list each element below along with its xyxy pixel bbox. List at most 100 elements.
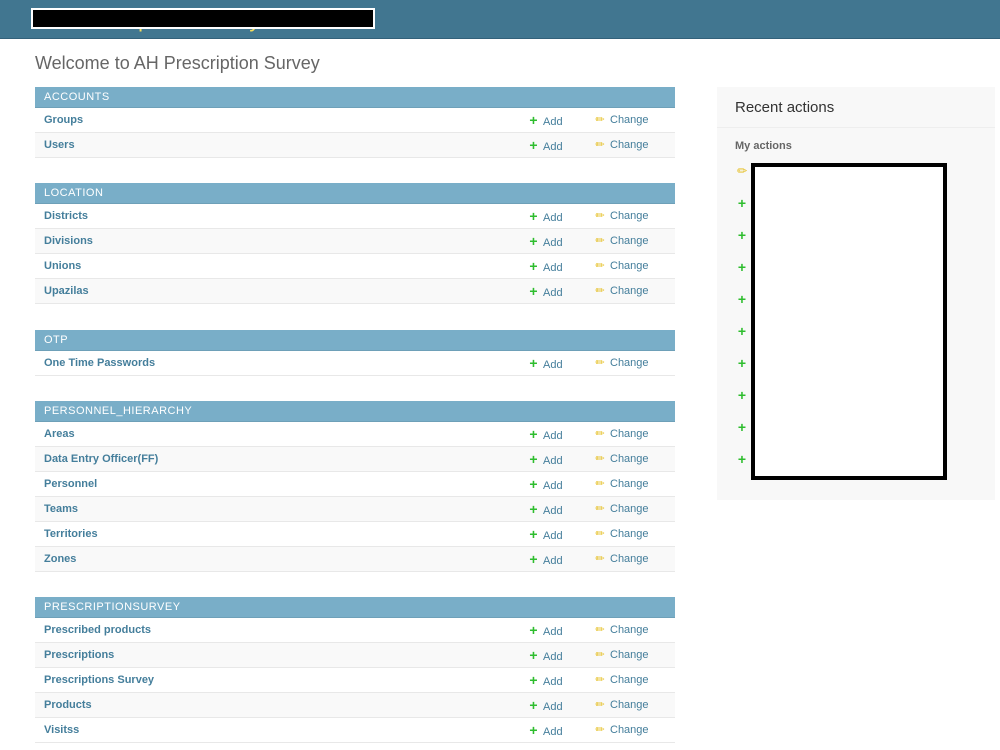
add-link[interactable]: + Add	[528, 472, 562, 499]
add-link[interactable]: + Add	[528, 351, 562, 378]
pencil-icon: ✏	[595, 478, 605, 490]
add-label: Add	[543, 555, 563, 567]
add-link[interactable]: + Add	[528, 618, 563, 645]
add-link[interactable]: + Add	[528, 718, 563, 745]
plus-icon: +	[737, 323, 747, 339]
model-link[interactable]: One Time Passwords	[44, 351, 155, 376]
plus-icon: +	[529, 137, 538, 153]
change-link[interactable]: ✏ Change	[594, 447, 649, 472]
add-link[interactable]: + Add	[528, 422, 562, 449]
add-label: Add	[543, 237, 563, 249]
model-link[interactable]: Unions	[44, 254, 81, 279]
change-link[interactable]: ✏ Change	[594, 108, 648, 133]
change-link[interactable]: ✏ Change	[594, 351, 649, 376]
module-personnel-hierarchy: PERSONNEL_HIERARCHY Areas + Add ✏ Change Data …	[35, 401, 675, 572]
model-row-districts: Districts + Add ✏ Change	[35, 204, 675, 229]
change-label: Change	[610, 453, 649, 465]
model-link[interactable]: Areas	[44, 422, 75, 447]
add-link[interactable]: + Add	[528, 204, 562, 231]
add-label: Add	[543, 262, 563, 274]
plus-icon: +	[529, 501, 538, 517]
model-link[interactable]: Users	[44, 133, 75, 158]
model-link[interactable]: Districts	[44, 204, 88, 229]
change-link[interactable]: ✏ Change	[594, 693, 649, 718]
change-label: Change	[610, 139, 649, 151]
add-link[interactable]: + Add	[528, 668, 563, 695]
model-link[interactable]: Divisions	[44, 229, 93, 254]
change-label: Change	[610, 260, 649, 272]
change-link[interactable]: ✏ Change	[594, 668, 649, 693]
plus-icon: +	[529, 697, 538, 713]
model-row-teams: Teams + Add ✏ Change	[35, 497, 675, 522]
add-link[interactable]: + Add	[528, 643, 562, 670]
add-link[interactable]: + Add	[528, 254, 563, 281]
change-link[interactable]: ✏ Change	[594, 497, 648, 522]
pencil-icon: ✏	[595, 139, 605, 151]
pencil-icon: ✏	[595, 428, 605, 440]
change-link[interactable]: ✏ Change	[594, 718, 648, 743]
change-link[interactable]: ✏ Change	[594, 643, 648, 668]
model-link[interactable]: Groups	[44, 108, 83, 133]
pencil-icon: ✏	[595, 235, 605, 247]
plus-icon: +	[529, 112, 538, 128]
plus-icon: +	[737, 291, 747, 307]
model-link[interactable]: Visitss	[44, 718, 79, 743]
model-link[interactable]: Zones	[44, 547, 76, 572]
add-link[interactable]: + Add	[528, 522, 562, 549]
change-link[interactable]: ✏ Change	[594, 133, 649, 158]
pencil-icon: ✏	[595, 699, 605, 711]
add-link[interactable]: + Add	[528, 279, 563, 306]
change-link[interactable]: ✏ Change	[594, 204, 648, 229]
add-link[interactable]: + Add	[528, 133, 562, 160]
change-label: Change	[610, 235, 649, 247]
model-row-one-time-passwords: One Time Passwords + Add ✏ Change	[35, 351, 675, 376]
model-link[interactable]: Data Entry Officer(FF)	[44, 447, 158, 472]
plus-icon: +	[529, 258, 538, 274]
model-link[interactable]: Upazilas	[44, 279, 89, 304]
add-label: Add	[543, 726, 563, 738]
module-caption[interactable]: LOCATION	[35, 183, 675, 204]
model-link[interactable]: Territories	[44, 522, 98, 547]
add-label: Add	[543, 287, 563, 299]
add-link[interactable]: + Add	[528, 229, 563, 256]
model-link[interactable]: Prescriptions	[44, 643, 114, 668]
plus-icon: +	[737, 227, 747, 243]
model-row-users: Users + Add ✏ Change	[35, 133, 675, 158]
my-actions-heading: My actions	[735, 140, 792, 152]
add-link[interactable]: + Add	[528, 447, 562, 474]
change-label: Change	[610, 624, 649, 636]
change-label: Change	[610, 478, 649, 490]
change-link[interactable]: ✏ Change	[594, 254, 649, 279]
module-caption[interactable]: ACCOUNTS	[35, 87, 675, 108]
change-link[interactable]: ✏ Change	[594, 547, 648, 572]
model-link[interactable]: Prescribed products	[44, 618, 151, 643]
module-caption[interactable]: PRESCRIPTIONSURVEY	[35, 597, 675, 618]
change-link[interactable]: ✏ Change	[594, 472, 649, 497]
change-link[interactable]: ✏ Change	[594, 422, 648, 447]
model-link[interactable]: Products	[44, 693, 92, 718]
change-link[interactable]: ✏ Change	[594, 279, 648, 304]
plus-icon: +	[529, 476, 538, 492]
model-row-divisions: Divisions + Add ✏ Change	[35, 229, 675, 254]
model-link[interactable]: Personnel	[44, 472, 97, 497]
change-label: Change	[610, 699, 649, 711]
change-link[interactable]: ✏ Change	[594, 229, 649, 254]
change-link[interactable]: ✏ Change	[594, 618, 649, 643]
add-link[interactable]: + Add	[528, 108, 562, 135]
module-caption[interactable]: PERSONNEL_HIERARCHY	[35, 401, 675, 422]
add-label: Add	[543, 676, 563, 688]
add-link[interactable]: + Add	[528, 497, 562, 524]
add-label: Add	[543, 626, 563, 638]
add-link[interactable]: + Add	[528, 693, 562, 720]
change-link[interactable]: ✏ Change	[594, 522, 648, 547]
add-link[interactable]: + Add	[528, 547, 563, 574]
model-row-visitss: Visitss + Add ✏ Change	[35, 718, 675, 743]
plus-icon: +	[529, 551, 538, 567]
change-label: Change	[610, 357, 649, 369]
module-accounts: ACCOUNTS Groups + Add ✏ Change Users + Add ✏ Chang…	[35, 87, 675, 158]
model-row-prescriptions: Prescriptions + Add ✏ Change	[35, 643, 675, 668]
change-label: Change	[610, 674, 649, 686]
module-caption[interactable]: OTP	[35, 330, 675, 351]
model-link[interactable]: Prescriptions Survey	[44, 668, 154, 693]
model-link[interactable]: Teams	[44, 497, 78, 522]
